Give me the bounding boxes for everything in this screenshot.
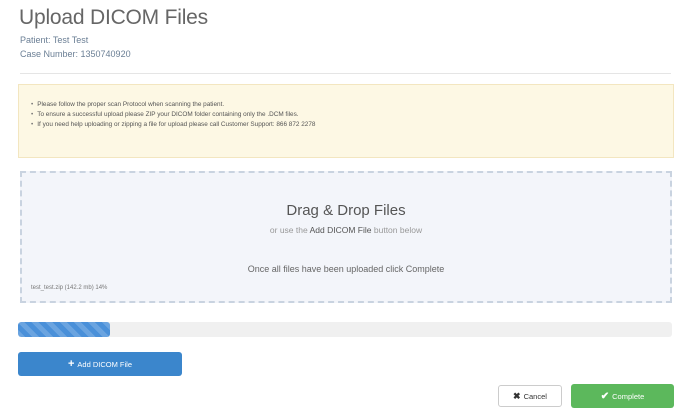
file-dropzone[interactable]: Drag & Drop Files or use the Add DICOM F… [20,171,672,303]
add-dicom-file-button[interactable]: + Add DICOM File [18,352,182,376]
instruction-item: To ensure a successful upload please ZIP… [31,110,663,120]
instructions-notice: Please follow the proper scan Protocol w… [18,84,674,158]
case-number: Case Number: 1350740920 [20,49,131,59]
header-divider [20,73,671,74]
instruction-item: Please follow the proper scan Protocol w… [31,100,663,110]
cancel-label: Cancel [523,391,547,401]
upload-progress-bar [18,322,672,337]
plus-icon: + [67,357,75,370]
dropzone-sub-suffix: button below [373,225,423,235]
instructions-list: Please follow the proper scan Protocol w… [31,100,663,130]
complete-button[interactable]: ✔ Complete [571,384,674,408]
dropzone-title: Drag & Drop Files [286,202,406,219]
dropzone-sub-prefix: or use the [269,225,308,235]
dropzone-sub-strong: Add DICOM File [309,225,372,235]
cancel-button[interactable]: ✖ Cancel [498,385,562,407]
instruction-item: If you need help uploading or zipping a … [31,120,663,130]
page-title: Upload DICOM Files [19,6,208,29]
check-icon: ✔ [600,390,610,402]
dropzone-complete-hint: Once all files have been uploaded click … [247,264,445,274]
dropzone-subtitle: or use the Add DICOM File button below [22,225,670,235]
upload-file-status: test_test.zip (142.2 mb) 14% [31,285,108,291]
upload-progress-fill [18,322,110,337]
close-icon: ✖ [513,390,521,401]
patient-name: Patient: Test Test [20,35,89,45]
add-dicom-file-label: Add DICOM File [77,359,133,369]
complete-label: Complete [612,391,645,401]
